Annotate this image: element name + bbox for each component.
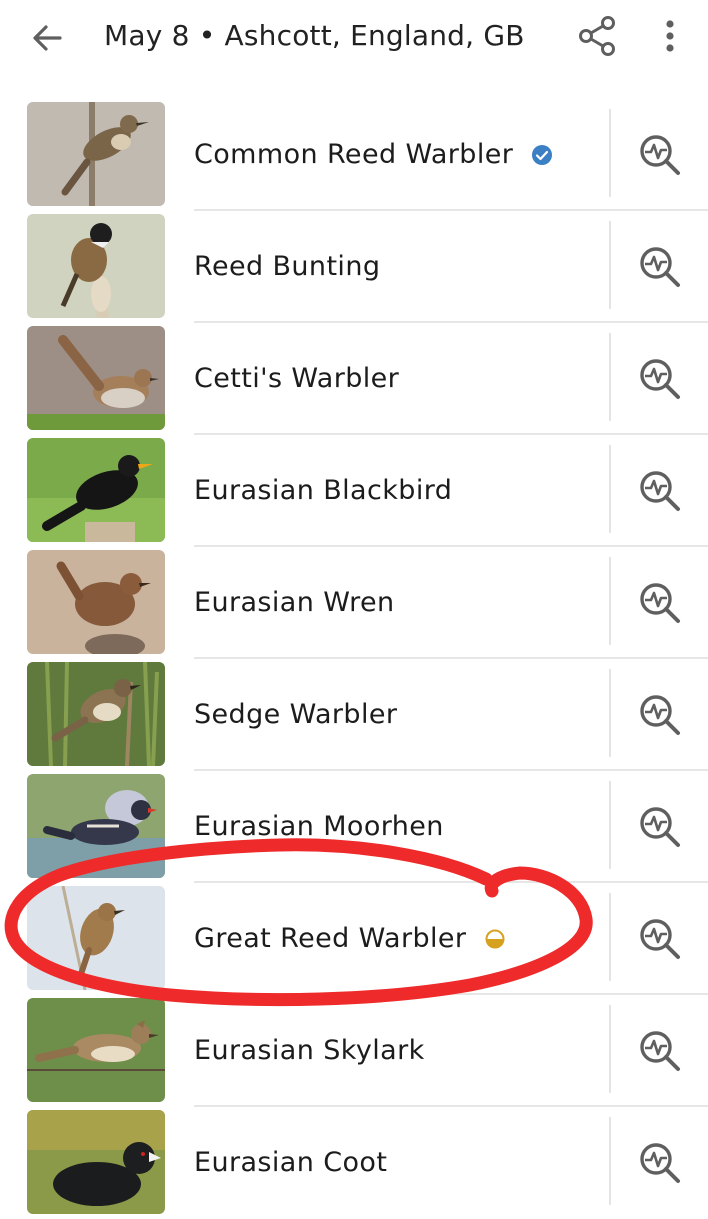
species-photo [27, 438, 165, 542]
explore-species-button[interactable] [634, 1025, 684, 1075]
species-photo [27, 214, 165, 318]
explore-species-button[interactable] [634, 689, 684, 739]
divider [609, 669, 611, 757]
explore-species-icon [640, 1143, 680, 1183]
explore-species-button[interactable] [634, 1137, 684, 1187]
back-button[interactable] [26, 16, 70, 60]
species-row[interactable]: Reed Bunting [0, 211, 708, 323]
explore-species-button[interactable] [634, 465, 684, 515]
species-photo [27, 662, 165, 766]
explore-species-button[interactable] [634, 913, 684, 963]
species-photo [27, 774, 165, 878]
uncertain-badge-icon [485, 929, 505, 949]
species-row[interactable]: Eurasian Skylark [0, 995, 708, 1107]
more-vert-icon [666, 20, 674, 52]
species-row[interactable]: Cetti's Warbler [0, 323, 708, 435]
species-name: Common Reed Warbler [194, 139, 514, 170]
explore-species-icon [640, 135, 680, 175]
divider [609, 1005, 611, 1093]
explore-species-button[interactable] [634, 801, 684, 851]
divider [609, 333, 611, 421]
divider [609, 893, 611, 981]
species-row[interactable]: Eurasian Coot [0, 1107, 708, 1219]
divider [609, 557, 611, 645]
page-title: May 8 • Ashcott, England, GB [104, 19, 525, 52]
explore-species-icon [640, 919, 680, 959]
species-photo [27, 998, 165, 1102]
divider [609, 1117, 611, 1205]
more-options-button[interactable] [648, 12, 692, 60]
explore-species-icon [640, 1031, 680, 1071]
divider [609, 781, 611, 869]
species-row[interactable]: Eurasian Wren [0, 547, 708, 659]
species-name: Eurasian Blackbird [194, 475, 453, 506]
species-row-highlighted[interactable]: Great Reed Warbler [0, 883, 708, 995]
species-photo [27, 550, 165, 654]
species-list: Common Reed Warbler Reed Bunting Cetti's… [0, 99, 708, 1219]
explore-species-icon [640, 471, 680, 511]
explore-species-button[interactable] [634, 577, 684, 627]
share-button[interactable] [574, 12, 622, 60]
explore-species-icon [640, 583, 680, 623]
explore-species-button[interactable] [634, 129, 684, 179]
species-row[interactable]: Common Reed Warbler [0, 99, 708, 211]
species-name: Eurasian Moorhen [194, 811, 444, 842]
explore-species-icon [640, 807, 680, 847]
species-name: Reed Bunting [194, 251, 381, 282]
species-name: Cetti's Warbler [194, 363, 400, 394]
explore-species-icon [640, 247, 680, 287]
species-name: Sedge Warbler [194, 699, 398, 730]
species-photo [27, 326, 165, 430]
verified-badge-icon [532, 145, 553, 165]
divider [609, 109, 611, 197]
divider [609, 221, 611, 309]
share-icon [579, 16, 615, 56]
species-photo [27, 886, 165, 990]
explore-species-button[interactable] [634, 241, 684, 291]
species-row[interactable]: Eurasian Blackbird [0, 435, 708, 547]
species-name: Eurasian Skylark [194, 1035, 425, 1066]
species-row[interactable]: Sedge Warbler [0, 659, 708, 771]
divider [609, 445, 611, 533]
species-name: Great Reed Warbler [194, 923, 467, 954]
species-name: Eurasian Wren [194, 587, 395, 618]
explore-species-icon [640, 695, 680, 735]
species-photo [27, 1110, 165, 1214]
arrow-left-icon [33, 25, 62, 51]
explore-species-icon [640, 359, 680, 399]
species-photo [27, 102, 165, 206]
species-name: Eurasian Coot [194, 1147, 388, 1178]
explore-species-button[interactable] [634, 353, 684, 403]
species-row[interactable]: Eurasian Moorhen [0, 771, 708, 883]
top-app-bar: May 8 • Ashcott, England, GB [0, 0, 708, 76]
